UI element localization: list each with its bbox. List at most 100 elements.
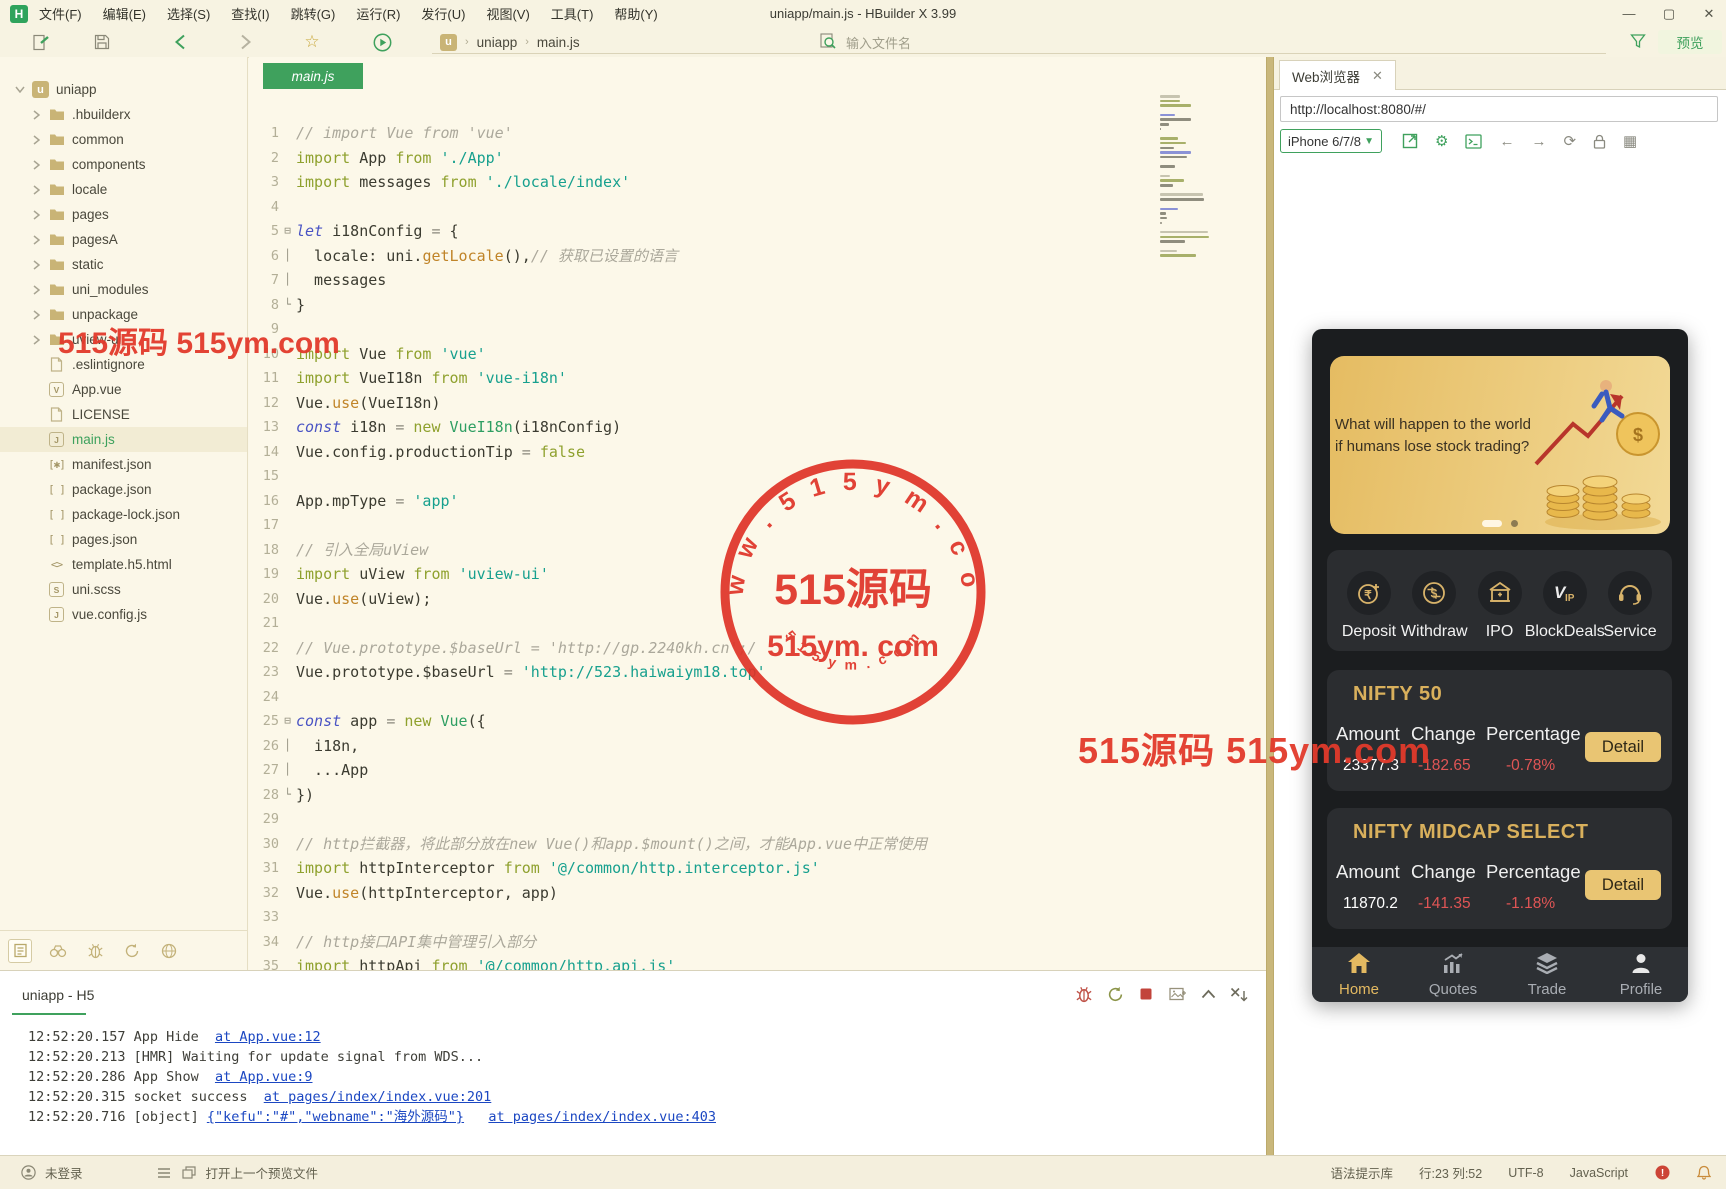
lock-icon[interactable]	[1593, 134, 1606, 149]
log-link[interactable]: at pages/index/index.vue:201	[264, 1089, 492, 1105]
login-status[interactable]: 未登录	[45, 1163, 83, 1182]
device-selector[interactable]: iPhone 6/7/8 ▼	[1280, 129, 1382, 153]
menu-item-1[interactable]: 编辑(E)	[103, 4, 146, 23]
carousel-dots[interactable]	[1312, 520, 1688, 527]
tree-file-uni.scss[interactable]: Suni.scss	[0, 577, 247, 602]
apptab-quotes[interactable]: Quotes	[1406, 947, 1500, 1002]
explorer-files-icon[interactable]	[8, 939, 32, 963]
fold-marker[interactable]: ⊟	[279, 219, 296, 244]
debug-icon[interactable]	[1075, 985, 1093, 1003]
star-icon[interactable]: ☆	[302, 32, 322, 52]
preview-button[interactable]: 预览	[1658, 30, 1722, 54]
menu-item-4[interactable]: 跳转(G)	[291, 4, 336, 23]
encoding-label[interactable]: UTF-8	[1508, 1166, 1543, 1180]
clear-log-icon[interactable]	[1230, 985, 1248, 1003]
quick-item-service[interactable]: Service	[1608, 571, 1652, 651]
tree-file-package-lock.json[interactable]: [ ]package-lock.json	[0, 502, 247, 527]
minimize-button[interactable]: —	[1622, 6, 1636, 21]
tree-folder-pages[interactable]: pages	[0, 202, 247, 227]
tree-file-pages.json[interactable]: [ ]pages.json	[0, 527, 247, 552]
restart-icon[interactable]	[1106, 985, 1124, 1003]
tree-file-template.h5.html[interactable]: <>template.h5.html	[0, 552, 247, 577]
tree-file-main.js[interactable]: Jmain.js	[0, 427, 247, 452]
explorer-search-icon[interactable]	[47, 940, 69, 962]
menu-item-7[interactable]: 视图(V)	[486, 4, 529, 23]
filter-icon[interactable]	[1630, 33, 1646, 54]
file-search-input[interactable]: 输入文件名	[820, 31, 911, 53]
menu-item-2[interactable]: 选择(S)	[167, 4, 210, 23]
explorer-debug-icon[interactable]	[84, 940, 106, 962]
menu-item-9[interactable]: 帮助(Y)	[614, 4, 657, 23]
terminal-icon[interactable]	[1465, 134, 1482, 149]
tree-folder-common[interactable]: common	[0, 127, 247, 152]
open-external-icon[interactable]	[1402, 133, 1418, 149]
tree-file-package.json[interactable]: [ ]package.json	[0, 477, 247, 502]
screenshot-icon[interactable]	[1168, 985, 1186, 1003]
quick-item-withdraw[interactable]: $Withdraw	[1412, 571, 1456, 651]
carousel-dot[interactable]	[1511, 520, 1518, 527]
nav-forward-icon[interactable]: →	[1531, 133, 1546, 150]
save-icon[interactable]	[92, 32, 112, 52]
fold-marker[interactable]: ⊟	[279, 709, 296, 734]
editor-tab-mainjs[interactable]: main.js	[263, 63, 363, 89]
log-link[interactable]: at App.vue:12	[215, 1029, 321, 1045]
apptab-profile[interactable]: Profile	[1594, 947, 1688, 1002]
maximize-button[interactable]: ▢	[1662, 6, 1676, 22]
bell-icon[interactable]	[1696, 1165, 1712, 1181]
syntax-lib-label[interactable]: 语法提示库	[1330, 1163, 1393, 1182]
panel-splitter[interactable]	[1266, 57, 1274, 1155]
window-stack-icon[interactable]	[181, 1165, 197, 1181]
breadcrumb-file[interactable]: main.js	[537, 35, 580, 50]
tree-folder-components[interactable]: components	[0, 152, 247, 177]
qr-icon[interactable]: ▦	[1623, 132, 1637, 150]
log-link[interactable]: at App.vue:9	[215, 1069, 313, 1085]
menu-item-5[interactable]: 运行(R)	[356, 4, 400, 23]
user-icon[interactable]	[20, 1165, 36, 1181]
open-prev-preview[interactable]: 打开上一个预览文件	[206, 1163, 319, 1182]
menu-item-0[interactable]: 文件(F)	[39, 4, 82, 23]
log-link[interactable]: {"kefu":"#","webname":"海外源码"}	[207, 1109, 464, 1125]
collapse-icon[interactable]	[1199, 985, 1217, 1003]
menu-item-3[interactable]: 查找(I)	[231, 4, 269, 23]
tab-close-icon[interactable]: ✕	[1372, 68, 1383, 84]
detail-button[interactable]: Detail	[1585, 732, 1661, 762]
notice-icon[interactable]: !	[1654, 1165, 1670, 1181]
quick-item-deposit[interactable]: ₹Deposit	[1347, 571, 1391, 651]
apptab-trade[interactable]: Trade	[1500, 947, 1594, 1002]
quick-item-blockdeals[interactable]: VIPBlockDeals	[1543, 571, 1587, 651]
tree-folder-static[interactable]: static	[0, 252, 247, 277]
tree-file-manifest.json[interactable]: [✱]manifest.json	[0, 452, 247, 477]
nav-back-icon[interactable]: ←	[1499, 133, 1514, 150]
tree-folder-locale[interactable]: locale	[0, 177, 247, 202]
cursor-position[interactable]: 行:23 列:52	[1419, 1163, 1482, 1182]
apptab-home[interactable]: Home	[1312, 947, 1406, 1002]
browser-tab[interactable]: Web浏览器 ✕	[1279, 60, 1396, 90]
gear-icon[interactable]: ⚙	[1435, 132, 1448, 150]
stop-icon[interactable]	[1137, 985, 1155, 1003]
breadcrumb-project[interactable]: uniapp	[477, 35, 518, 50]
minimap[interactable]	[1160, 95, 1212, 259]
close-button[interactable]: ✕	[1702, 6, 1716, 22]
carousel-dot-active[interactable]	[1482, 520, 1502, 527]
run-icon[interactable]	[372, 32, 392, 52]
tree-folder-uni_modules[interactable]: uni_modules	[0, 277, 247, 302]
quick-item-ipo[interactable]: IPO	[1478, 571, 1522, 651]
back-icon[interactable]	[170, 32, 190, 52]
tree-file-LICENSE[interactable]: LICENSE	[0, 402, 247, 427]
banner-card[interactable]: What will happen to the world if humans …	[1330, 356, 1670, 534]
tree-folder-pagesA[interactable]: pagesA	[0, 227, 247, 252]
explorer-refresh-icon[interactable]	[121, 940, 143, 962]
explorer-globe-icon[interactable]	[158, 940, 180, 962]
reload-icon[interactable]: ⟳	[1563, 132, 1576, 150]
new-file-icon[interactable]	[30, 32, 50, 52]
tree-folder-.hbuilderx[interactable]: .hbuilderx	[0, 102, 247, 127]
url-input[interactable]: http://localhost:8080/#/	[1280, 96, 1718, 122]
menu-item-6[interactable]: 发行(U)	[421, 4, 465, 23]
tree-file-vue.config.js[interactable]: Jvue.config.js	[0, 602, 247, 627]
list-icon[interactable]	[156, 1165, 172, 1181]
language-label[interactable]: JavaScript	[1570, 1166, 1628, 1180]
console-tab[interactable]: uniapp - H5	[22, 987, 94, 1003]
detail-button[interactable]: Detail	[1585, 870, 1661, 900]
tree-root-uniapp[interactable]: uuniapp	[0, 77, 247, 102]
breadcrumb[interactable]: u › uniapp › main.js	[440, 31, 580, 53]
